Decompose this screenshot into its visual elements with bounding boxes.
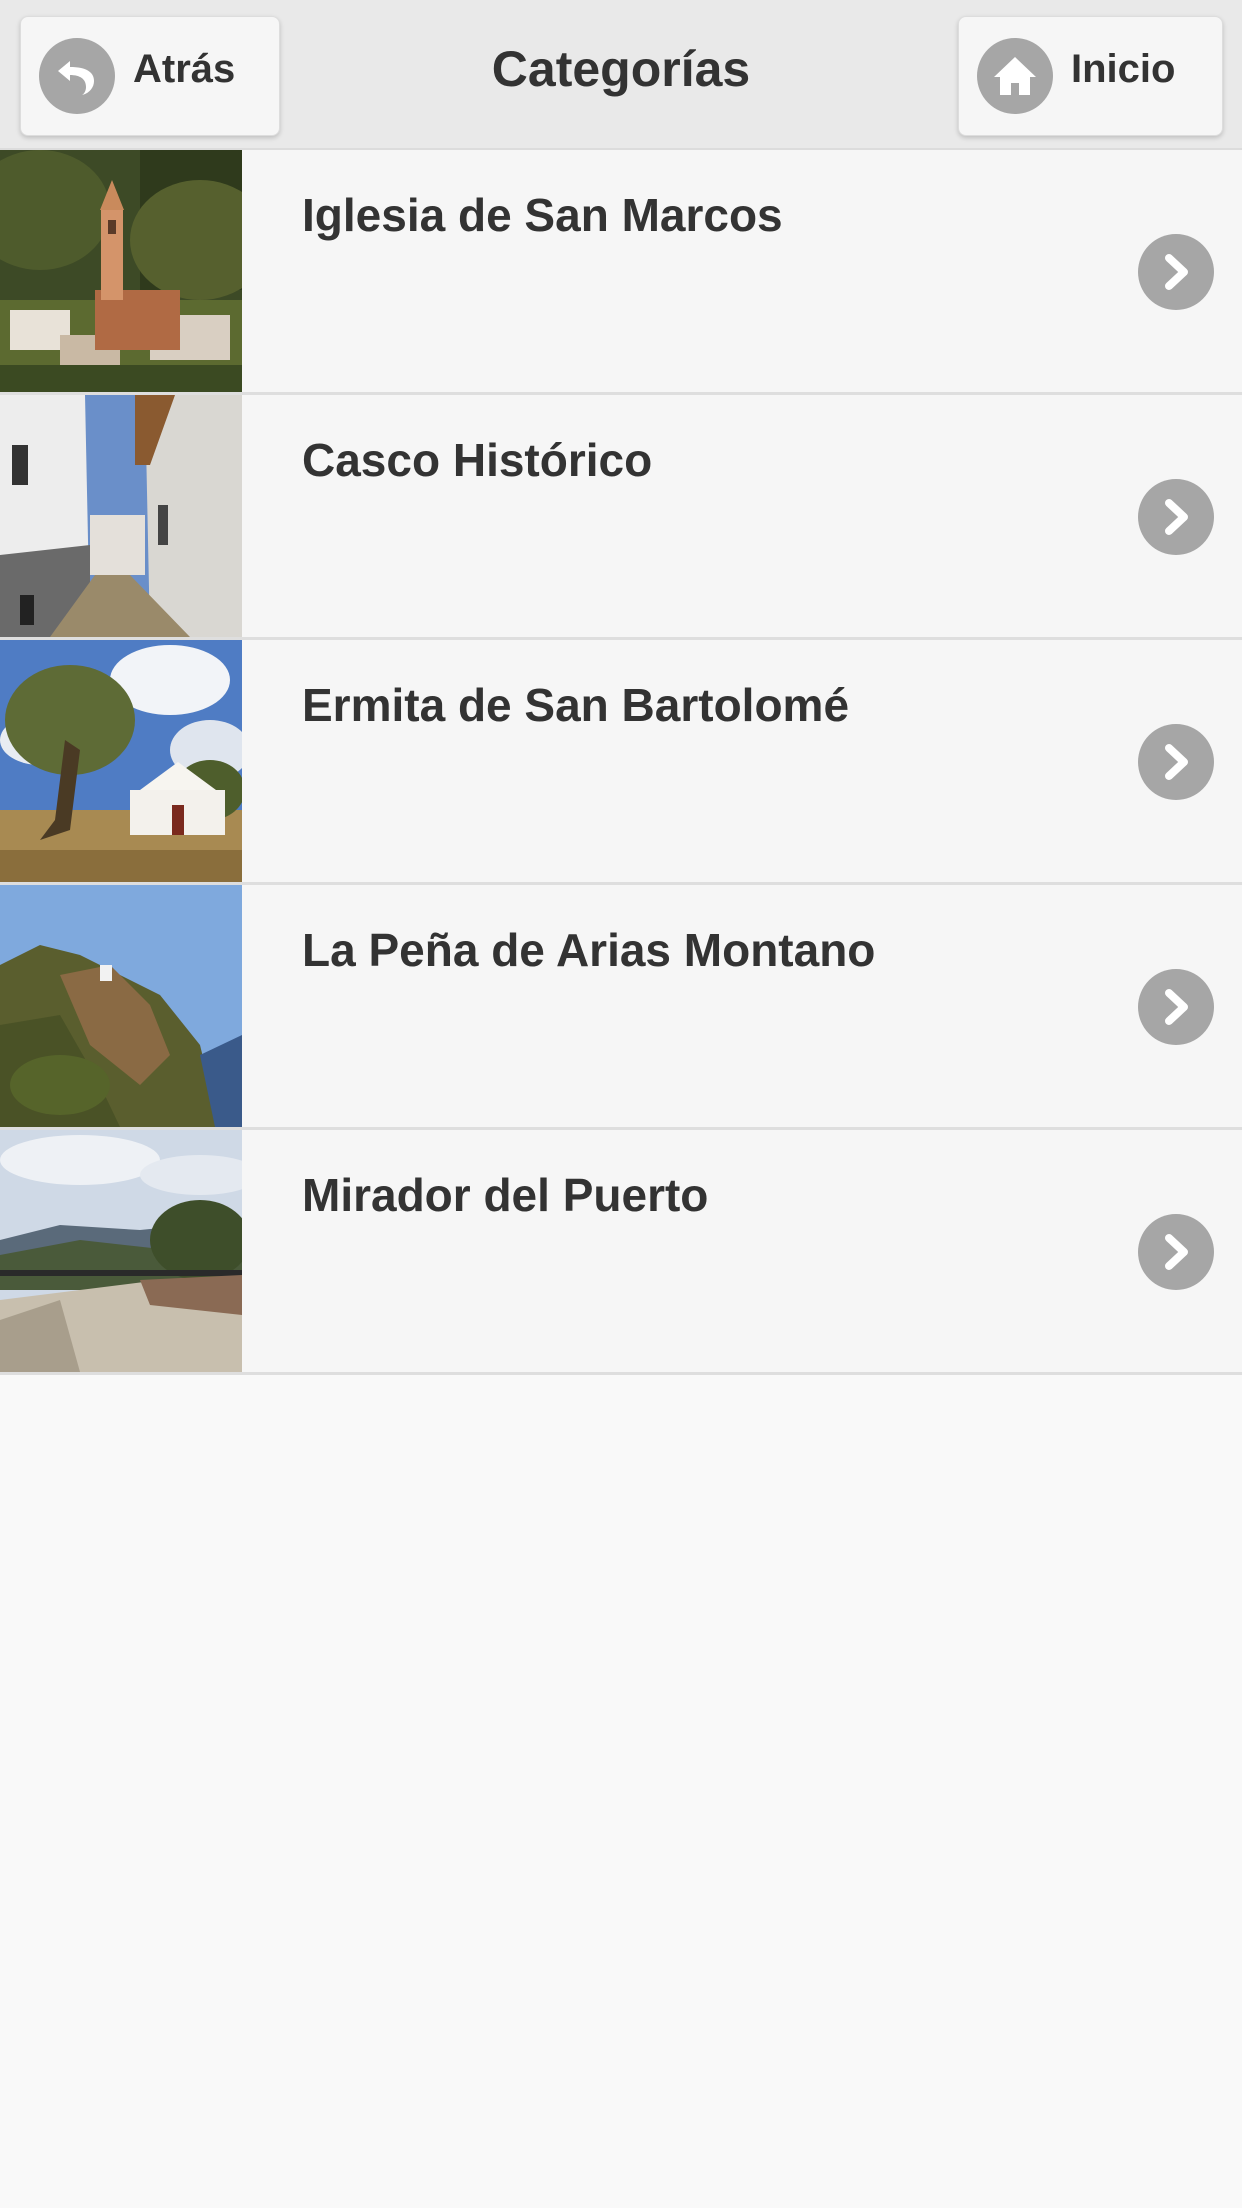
list-item-iglesia-san-marcos[interactable]: Iglesia de San Marcos	[0, 150, 1242, 395]
back-arrow-icon	[39, 38, 115, 114]
list-item-ermita-san-bartolome[interactable]: Ermita de San Bartolomé	[0, 640, 1242, 885]
home-icon	[977, 38, 1053, 114]
list-item-label: La Peña de Arias Montano	[302, 924, 876, 976]
chevron-right-icon	[1138, 969, 1214, 1045]
header-bar: Atrás Categorías Inicio	[0, 0, 1242, 150]
list-item-label: Mirador del Puerto	[302, 1169, 709, 1221]
peak-photo	[0, 885, 242, 1127]
home-button-label: Inicio	[1071, 46, 1176, 91]
church-photo	[0, 150, 242, 392]
list-item-label: Iglesia de San Marcos	[302, 189, 783, 241]
list-item-casco-historico[interactable]: Casco Histórico	[0, 395, 1242, 640]
home-button[interactable]: Inicio	[958, 16, 1223, 136]
list-item-pena-arias-montano[interactable]: La Peña de Arias Montano	[0, 885, 1242, 1130]
back-button-label: Atrás	[133, 46, 236, 91]
chevron-right-icon	[1138, 479, 1214, 555]
list-item-mirador-del-puerto[interactable]: Mirador del Puerto	[0, 1130, 1242, 1375]
page-title: Categorías	[491, 41, 751, 97]
chevron-right-icon	[1138, 724, 1214, 800]
list-item-label: Ermita de San Bartolomé	[302, 679, 850, 731]
chevron-right-icon	[1138, 1214, 1214, 1290]
street-photo	[0, 395, 242, 637]
chevron-right-icon	[1138, 234, 1214, 310]
list-item-label: Casco Histórico	[302, 434, 653, 486]
viewpoint-photo	[0, 1130, 242, 1372]
back-button[interactable]: Atrás	[20, 16, 280, 136]
category-list: Iglesia de San Marcos Casco Histórico Er…	[0, 150, 1242, 1375]
hermitage-photo	[0, 640, 242, 882]
